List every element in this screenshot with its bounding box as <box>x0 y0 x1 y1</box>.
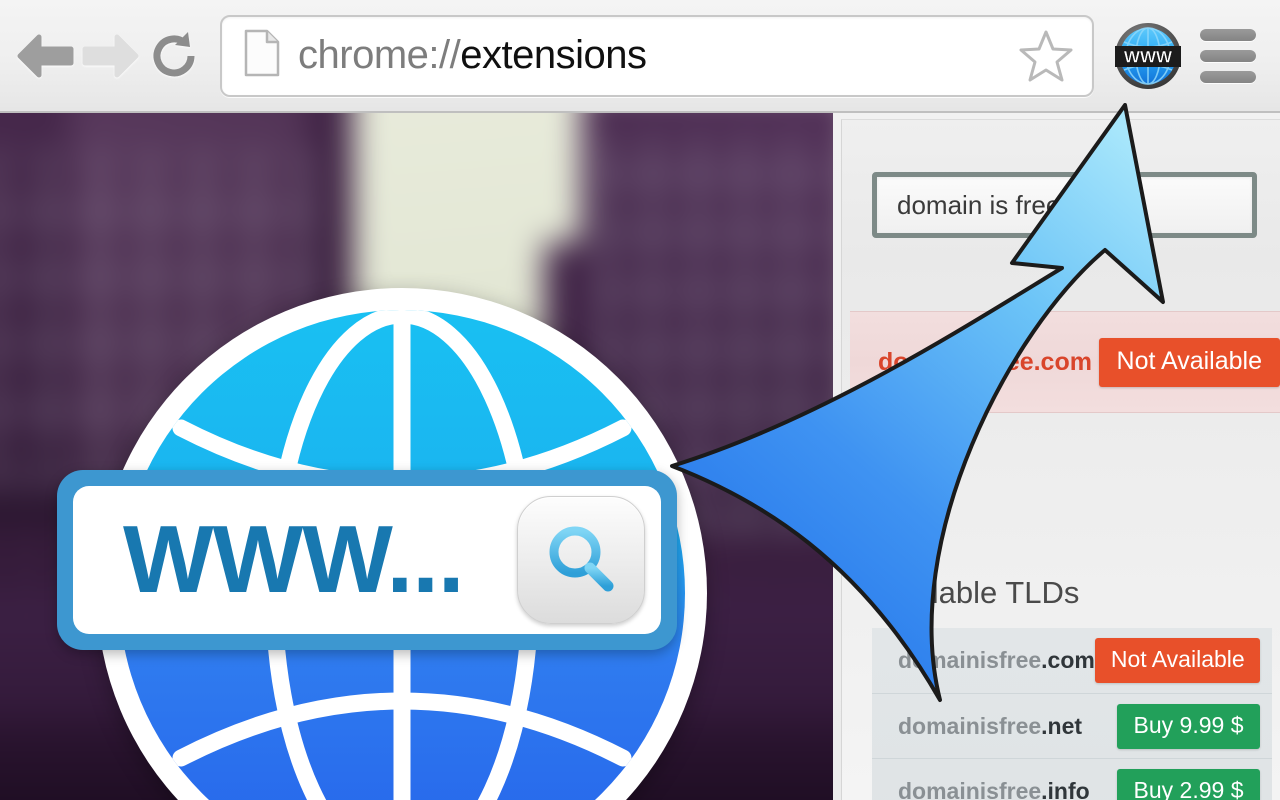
photo-blur-layer <box>0 113 833 800</box>
photo-railing <box>0 441 234 595</box>
star-icon <box>1019 30 1073 81</box>
page-document-icon <box>244 29 280 82</box>
page-content: domainisfree.com Not Available Available… <box>0 113 1280 800</box>
photo-windows-right <box>599 134 833 534</box>
address-bar-text: chrome://extensions <box>298 33 1008 78</box>
domain-search-row <box>872 172 1257 238</box>
extension-toolbar-button[interactable]: WWW <box>1110 18 1186 94</box>
menu-line-2 <box>1200 49 1256 62</box>
photo-canal-water <box>0 717 833 800</box>
bookmark-star-button[interactable] <box>1018 28 1074 84</box>
tld-row-action-button[interactable]: Buy 2.99 $ <box>1117 768 1260 800</box>
menu-line-1 <box>1200 28 1256 41</box>
extension-popup-body: domainisfree.com Not Available Available… <box>841 119 1280 800</box>
domain-search-input[interactable] <box>872 172 1257 238</box>
table-row: domainisfree.net Buy 9.99 $ <box>872 693 1272 758</box>
extension-popup-panel: domainisfree.com Not Available Available… <box>833 113 1280 800</box>
menu-line-3 <box>1200 70 1256 83</box>
reload-icon <box>153 31 195 76</box>
url-host: extensions <box>460 33 647 77</box>
tld-row-base: domainisfree <box>898 777 1042 800</box>
url-scheme: chrome:// <box>298 33 461 77</box>
tld-row-suffix: .net <box>1041 712 1083 739</box>
background-photo <box>0 113 833 800</box>
primary-result-domain: domainisfree.com <box>878 347 1092 376</box>
tld-row-suffix: .com <box>1041 647 1095 673</box>
primary-result-status-badge: Not Available <box>1098 337 1280 387</box>
back-arrow-icon <box>17 34 74 77</box>
table-row: domainisfree.com Not Available <box>872 628 1272 693</box>
tld-row-suffix: .info <box>1041 777 1090 800</box>
tld-row-domain: domainisfree.com <box>898 647 1095 674</box>
www-globe-icon: WWW <box>1115 22 1181 89</box>
tld-row-base: domainisfree <box>898 712 1042 739</box>
reload-button[interactable] <box>142 24 206 88</box>
photo-windows-left <box>0 149 317 488</box>
browser-menu-button[interactable] <box>1190 21 1266 91</box>
browser-toolbar: chrome://extensions WWW <box>0 0 1280 113</box>
table-row: domainisfree.info Buy 2.99 $ <box>872 758 1272 800</box>
back-button[interactable] <box>14 24 78 88</box>
primary-result-row: domainisfree.com Not Available <box>850 311 1280 413</box>
tld-section-heading: Available TLDs <box>872 575 1080 610</box>
forward-button[interactable] <box>78 24 142 88</box>
tld-results-list: domainisfree.com Not Available domainisf… <box>872 628 1272 800</box>
tld-row-action-button[interactable]: Buy 9.99 $ <box>1117 703 1260 749</box>
address-bar[interactable]: chrome://extensions <box>220 14 1094 97</box>
screenshot-root: chrome://extensions WWW domain is free d… <box>0 0 1280 800</box>
tld-row-domain: domainisfree.net <box>898 713 1082 740</box>
svg-text:WWW: WWW <box>1124 47 1173 66</box>
tld-row-base: domainisfree <box>898 647 1042 673</box>
forward-arrow-icon <box>82 34 139 77</box>
tld-row-action-button[interactable]: Not Available <box>1094 638 1260 683</box>
tld-row-domain: domainisfree.info <box>898 778 1090 800</box>
